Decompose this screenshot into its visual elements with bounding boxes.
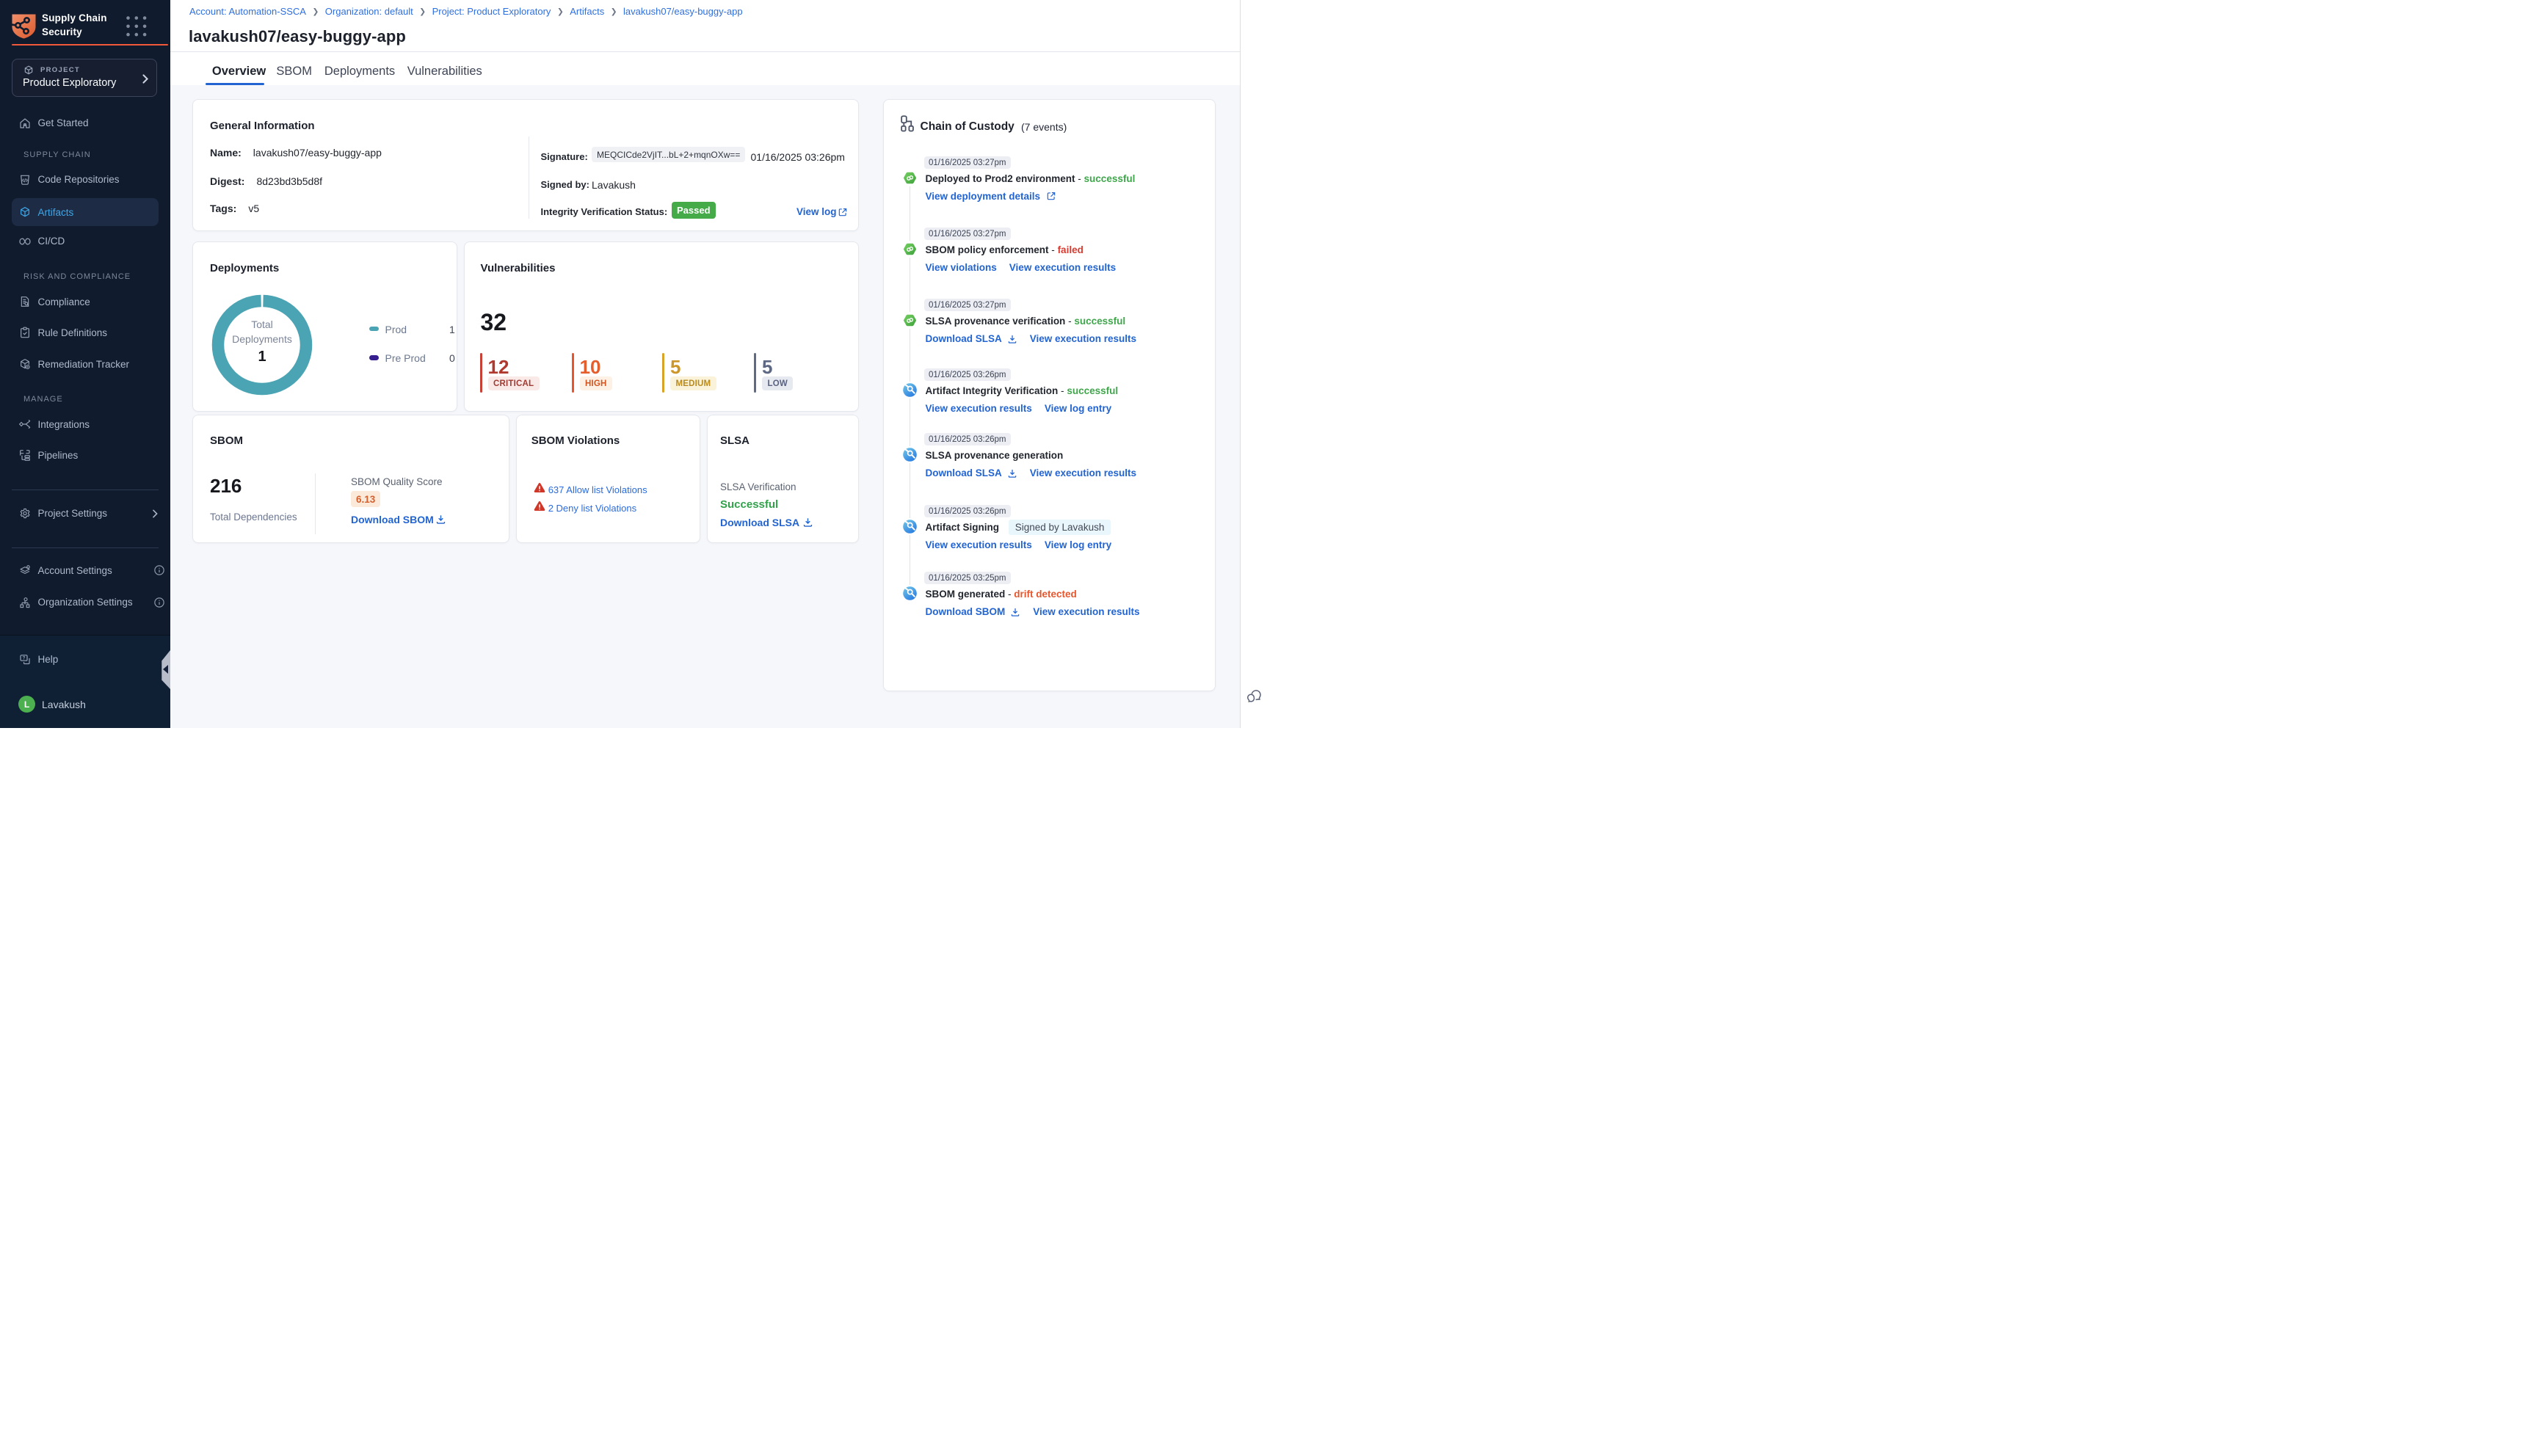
svg-text:?: ?: [22, 655, 25, 660]
